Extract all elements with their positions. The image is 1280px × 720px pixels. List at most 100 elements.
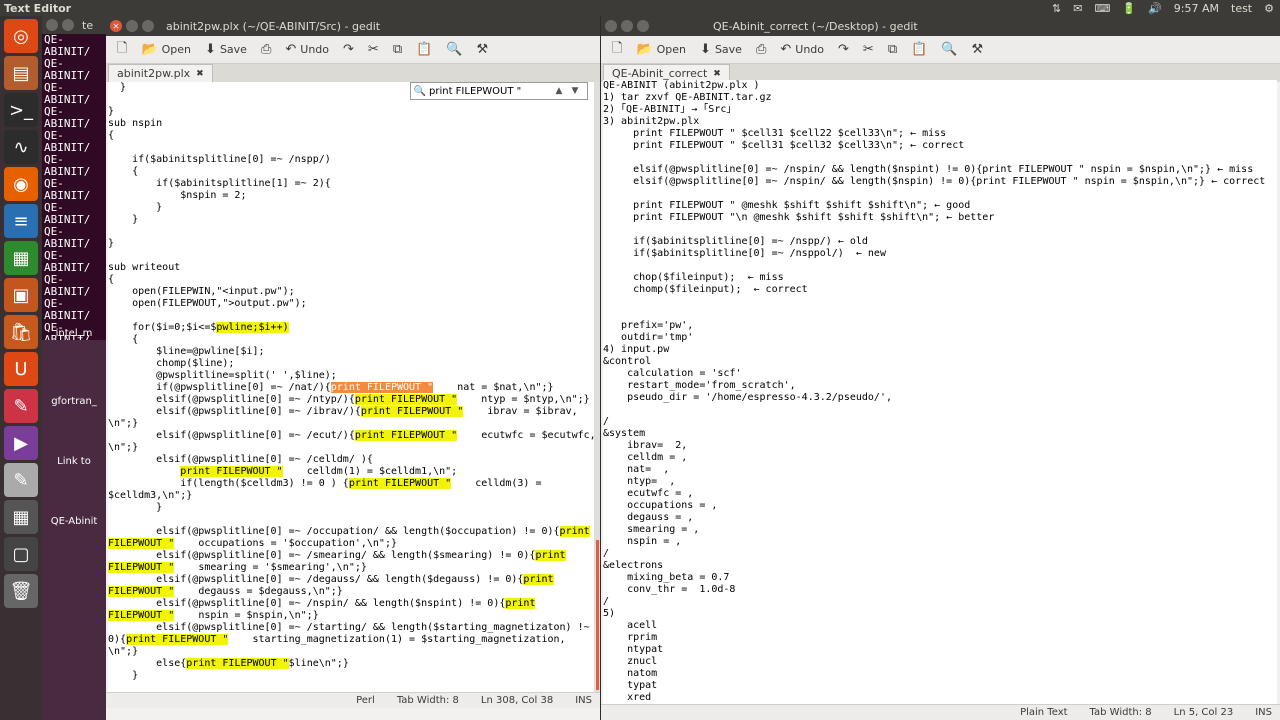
cursor-position: Ln 5, Col 23 bbox=[1173, 707, 1234, 718]
close-tab-icon[interactable]: ✖ bbox=[196, 69, 204, 79]
desktop-icon-intel[interactable]: intel_m bbox=[42, 328, 106, 339]
find-button[interactable]: 🔍 bbox=[441, 40, 467, 59]
close-tab-icon[interactable]: ✖ bbox=[713, 69, 721, 79]
save-label: Save bbox=[714, 43, 742, 56]
right-text-editor[interactable]: QE-ABINIT (abinit2pw.plx ) 1) tar zxvf QE… bbox=[603, 80, 1277, 704]
ubuntu-one-icon[interactable]: U bbox=[4, 352, 38, 386]
search-prev-icon[interactable]: ▲ bbox=[551, 86, 567, 96]
keyboard-icon[interactable]: ⌨ bbox=[1094, 2, 1110, 15]
undo-icon: ↶ bbox=[780, 42, 792, 57]
desktop-icon-link[interactable]: Link to bbox=[42, 456, 106, 467]
workspace-icon[interactable]: ▢ bbox=[4, 537, 38, 571]
code-line: outdir='tmp' bbox=[603, 332, 694, 343]
code-line: $line=@pwline[$i]; bbox=[108, 346, 265, 357]
save-button[interactable]: ⬇ Save bbox=[200, 40, 252, 59]
search-highlight: print FILEPWOUT " bbox=[186, 658, 289, 669]
undo-button[interactable]: ↶ Undo bbox=[280, 40, 334, 59]
replace-button[interactable]: ⚒ bbox=[472, 40, 494, 59]
save-button[interactable]: ⬇ Save bbox=[695, 40, 747, 59]
desktop-icon-gfortran[interactable]: gfortran_ bbox=[42, 396, 106, 407]
files-icon[interactable]: ▤ bbox=[4, 56, 38, 90]
redo-button[interactable]: ↷ bbox=[338, 40, 359, 59]
code-line: if($abinitsplitline[1] =~ 2){ bbox=[108, 178, 331, 189]
right-toolbar: 🗋 📂 Open ⬇ Save ⎙ ↶ Undo ↷ ✂ ⧉ 📋 🔍 ⚒ bbox=[601, 36, 1280, 64]
print-icon: ⎙ bbox=[260, 42, 272, 57]
copy-button[interactable]: ⧉ bbox=[388, 40, 407, 59]
search-input[interactable] bbox=[429, 84, 551, 98]
open-button[interactable]: 📂 Open bbox=[631, 40, 691, 59]
print-button[interactable]: ⎙ bbox=[256, 40, 276, 59]
minimize-icon[interactable] bbox=[621, 20, 633, 32]
paste-button[interactable]: 📋 bbox=[411, 40, 437, 59]
code-line: chop($fileinput); ← miss bbox=[603, 272, 784, 283]
code-line: print FILEPWOUT "\n @meshk $shift $shift… bbox=[603, 212, 995, 223]
software-center-icon[interactable]: 🛍 bbox=[4, 315, 38, 349]
new-button[interactable]: 🗋 bbox=[607, 37, 627, 63]
cut-button[interactable]: ✂ bbox=[363, 40, 384, 59]
minimize-icon[interactable] bbox=[126, 20, 138, 32]
undo-button[interactable]: ↶ Undo bbox=[775, 40, 829, 59]
minimize-icon[interactable] bbox=[62, 19, 74, 31]
left-titlebar: ✕ abinit2pw.plx (~/QE-ABINIT/Src) - gedi… bbox=[106, 16, 600, 36]
insert-mode: INS bbox=[1255, 707, 1272, 718]
paste-button[interactable]: 📋 bbox=[906, 40, 932, 59]
terminal-line: QE-ABINIT/ bbox=[44, 273, 91, 298]
code-line: ibrav= 2, bbox=[603, 440, 688, 451]
code-line: { bbox=[108, 334, 139, 345]
redo-button[interactable]: ↷ bbox=[833, 40, 854, 59]
terminal-line: QE-ABINIT/ bbox=[44, 297, 91, 322]
user-menu[interactable]: test bbox=[1231, 2, 1252, 15]
search-next-icon[interactable]: ▼ bbox=[567, 86, 583, 96]
maximize-icon[interactable] bbox=[637, 20, 649, 32]
calc-icon[interactable]: ▦ bbox=[4, 241, 38, 275]
code-line: if($abinitsplitline[0] =~ /nspp/) bbox=[108, 154, 331, 165]
gedit-icon[interactable]: ✎ bbox=[4, 463, 38, 497]
folder-icon: 📂 bbox=[636, 42, 653, 57]
print-button[interactable]: ⎙ bbox=[751, 40, 771, 59]
left-scrollbar-thumb[interactable] bbox=[596, 540, 599, 690]
video-icon[interactable]: ▶ bbox=[4, 426, 38, 460]
code-line: / bbox=[603, 416, 610, 427]
firefox-icon[interactable]: ◉ bbox=[4, 167, 38, 201]
close-icon[interactable] bbox=[605, 20, 617, 32]
tab-abinit2pw[interactable]: abinit2pw.plx ✖ bbox=[108, 64, 213, 82]
code-line: @pwsplitline=split(' ',$line); bbox=[108, 370, 337, 381]
maximize-icon[interactable] bbox=[142, 20, 154, 32]
left-text-editor[interactable]: }} sub nspin{ if($abinitsplitline[0] =~ /… bbox=[108, 82, 596, 692]
replace-button[interactable]: ⚒ bbox=[967, 40, 989, 59]
find-button[interactable]: 🔍 bbox=[936, 40, 962, 59]
writer-icon[interactable]: ≡ bbox=[4, 204, 38, 238]
terminal-title: te bbox=[82, 18, 94, 32]
tab-width-selector[interactable]: Tab Width: 8 bbox=[1090, 707, 1152, 718]
close-icon[interactable] bbox=[46, 19, 58, 31]
copy-button[interactable]: ⧉ bbox=[883, 40, 902, 59]
desktop-icon-qe-abinit[interactable]: QE-Abinit bbox=[42, 516, 106, 527]
right-statusbar: Plain Text Tab Width: 8 Ln 5, Col 23 INS bbox=[601, 704, 1280, 720]
ubuntu-icon[interactable]: ◎ bbox=[4, 19, 38, 53]
battery-icon[interactable]: 🔋 bbox=[1122, 2, 1136, 15]
cut-button[interactable]: ✂ bbox=[858, 40, 879, 59]
gear-icon[interactable]: ⚙ bbox=[1264, 2, 1274, 15]
settings-icon[interactable]: ✎ bbox=[4, 389, 38, 423]
open-button[interactable]: 📂 Open bbox=[136, 40, 196, 59]
search-highlight: print FILEPWOUT " bbox=[360, 406, 464, 417]
system-monitor-icon[interactable]: ∿ bbox=[4, 130, 38, 164]
clock[interactable]: 9:57 AM bbox=[1174, 2, 1219, 15]
language-selector[interactable]: Plain Text bbox=[1020, 707, 1067, 718]
volume-icon[interactable]: 🔊 bbox=[1148, 2, 1162, 15]
network-icon[interactable]: ⇅ bbox=[1052, 2, 1061, 15]
terminal-icon[interactable]: >_ bbox=[4, 93, 38, 127]
language-selector[interactable]: Perl bbox=[356, 695, 375, 706]
tab-width-selector[interactable]: Tab Width: 8 bbox=[397, 695, 459, 706]
search-highlight: print FILEPWOUT " bbox=[354, 430, 458, 441]
calculator-icon[interactable]: ▦ bbox=[4, 500, 38, 534]
mail-icon[interactable]: ✉ bbox=[1073, 2, 1082, 15]
trash-icon[interactable]: 🗑 bbox=[4, 574, 38, 608]
impress-icon[interactable]: ▣ bbox=[4, 278, 38, 312]
new-button[interactable]: 🗋 bbox=[112, 37, 132, 63]
terminal-window[interactable]: QE-ABINIT/QE-ABINIT/QE-ABINIT/QE-ABINIT/… bbox=[42, 34, 106, 340]
close-icon[interactable]: ✕ bbox=[110, 20, 122, 32]
code-line: &electrons bbox=[603, 560, 664, 571]
